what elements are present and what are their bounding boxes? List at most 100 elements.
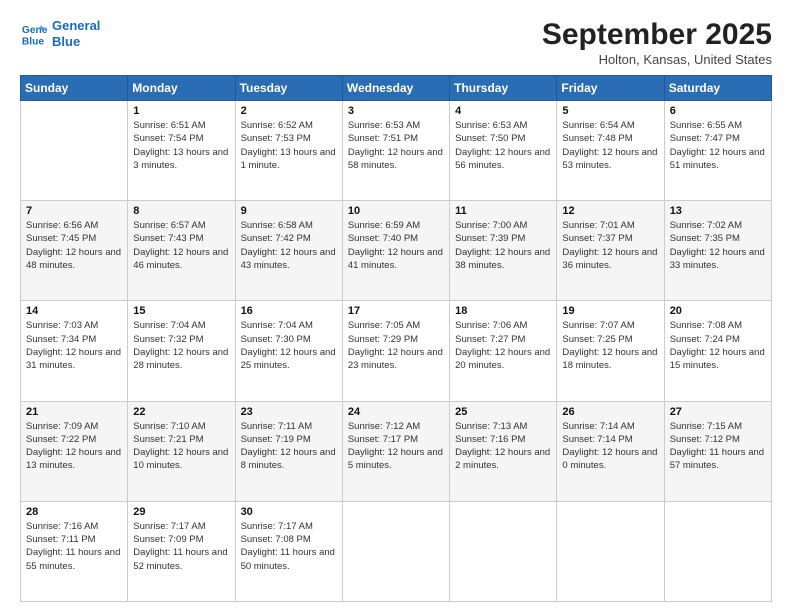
day-number: 12 xyxy=(562,205,658,217)
day-info: Sunrise: 7:10 AMSunset: 7:21 PMDaylight:… xyxy=(133,420,229,473)
calendar-cell-w4-d2: 22 Sunrise: 7:10 AMSunset: 7:21 PMDayligh… xyxy=(128,401,235,501)
day-number: 13 xyxy=(670,205,766,217)
day-number: 2 xyxy=(241,105,337,117)
calendar-cell-w2-d4: 10 Sunrise: 6:59 AMSunset: 7:40 PMDayligh… xyxy=(342,201,449,301)
day-info: Sunrise: 7:12 AMSunset: 7:17 PMDaylight:… xyxy=(348,420,444,473)
day-info: Sunrise: 7:13 AMSunset: 7:16 PMDaylight:… xyxy=(455,420,551,473)
header-wednesday: Wednesday xyxy=(342,76,449,101)
day-number: 19 xyxy=(562,305,658,317)
header-friday: Friday xyxy=(557,76,664,101)
calendar-cell-w1-d5: 4 Sunrise: 6:53 AMSunset: 7:50 PMDaylight… xyxy=(450,101,557,201)
calendar-cell-w4-d3: 23 Sunrise: 7:11 AMSunset: 7:19 PMDayligh… xyxy=(235,401,342,501)
day-info: Sunrise: 7:05 AMSunset: 7:29 PMDaylight:… xyxy=(348,319,444,372)
day-number: 24 xyxy=(348,406,444,418)
calendar-cell-w4-d1: 21 Sunrise: 7:09 AMSunset: 7:22 PMDayligh… xyxy=(21,401,128,501)
day-number: 9 xyxy=(241,205,337,217)
calendar-cell-w1-d6: 5Sunrise: 6:54 AMSunset: 7:48 PMDaylight… xyxy=(557,101,664,201)
page: General Blue General Blue September 2025… xyxy=(0,0,792,612)
main-title: September 2025 xyxy=(542,18,772,52)
header-saturday: Saturday xyxy=(664,76,771,101)
logo-line2: Blue xyxy=(52,34,80,49)
calendar-cell-w5-d3: 30Sunrise: 7:17 AMSunset: 7:08 PMDayligh… xyxy=(235,501,342,601)
day-number: 20 xyxy=(670,305,766,317)
calendar-cell-w2-d1: 7Sunrise: 6:56 AMSunset: 7:45 PMDaylight… xyxy=(21,201,128,301)
day-number: 18 xyxy=(455,305,551,317)
day-number: 10 xyxy=(348,205,444,217)
week-row-3: 14 Sunrise: 7:03 AMSunset: 7:34 PMDayligh… xyxy=(21,301,772,401)
calendar-cell-w4-d4: 24 Sunrise: 7:12 AMSunset: 7:17 PMDayligh… xyxy=(342,401,449,501)
day-number: 17 xyxy=(348,305,444,317)
header-sunday: Sunday xyxy=(21,76,128,101)
day-number: 28 xyxy=(26,506,122,518)
day-number: 25 xyxy=(455,406,551,418)
calendar-cell-w3-d2: 15 Sunrise: 7:04 AMSunset: 7:32 PMDayligh… xyxy=(128,301,235,401)
day-info: Sunrise: 7:09 AMSunset: 7:22 PMDaylight:… xyxy=(26,420,122,473)
calendar-cell-w2-d5: 11Sunrise: 7:00 AMSunset: 7:39 PMDayligh… xyxy=(450,201,557,301)
header-thursday: Thursday xyxy=(450,76,557,101)
calendar-cell-w4-d6: 26Sunrise: 7:14 AMSunset: 7:14 PMDayligh… xyxy=(557,401,664,501)
calendar-cell-w3-d5: 18 Sunrise: 7:06 AMSunset: 7:27 PMDayligh… xyxy=(450,301,557,401)
svg-text:Blue: Blue xyxy=(22,36,45,47)
calendar-cell-w5-d4 xyxy=(342,501,449,601)
day-number: 16 xyxy=(241,305,337,317)
logo-icon: General Blue xyxy=(20,20,48,48)
calendar: Sunday Monday Tuesday Wednesday Thursday… xyxy=(20,75,772,602)
day-info: Sunrise: 6:55 AMSunset: 7:47 PMDaylight:… xyxy=(670,119,766,172)
calendar-cell-w5-d1: 28 Sunrise: 7:16 AMSunset: 7:11 PMDayligh… xyxy=(21,501,128,601)
day-number: 27 xyxy=(670,406,766,418)
calendar-cell-w3-d1: 14 Sunrise: 7:03 AMSunset: 7:34 PMDayligh… xyxy=(21,301,128,401)
day-info: Sunrise: 7:00 AMSunset: 7:39 PMDaylight:… xyxy=(455,219,551,272)
day-number: 8 xyxy=(133,205,229,217)
day-info: Sunrise: 7:14 AMSunset: 7:14 PMDaylight:… xyxy=(562,420,658,473)
day-number: 1 xyxy=(133,105,229,117)
calendar-cell-w3-d3: 16 Sunrise: 7:04 AMSunset: 7:30 PMDayligh… xyxy=(235,301,342,401)
week-row-5: 28 Sunrise: 7:16 AMSunset: 7:11 PMDayligh… xyxy=(21,501,772,601)
week-row-1: 1 Sunrise: 6:51 AMSunset: 7:54 PMDaylight… xyxy=(21,101,772,201)
day-number: 3 xyxy=(348,105,444,117)
day-info: Sunrise: 6:53 AMSunset: 7:50 PMDaylight:… xyxy=(455,119,551,172)
day-info: Sunrise: 7:17 AMSunset: 7:08 PMDaylight:… xyxy=(241,520,337,573)
day-number: 23 xyxy=(241,406,337,418)
calendar-cell-w4-d7: 27 Sunrise: 7:15 AMSunset: 7:12 PMDayligh… xyxy=(664,401,771,501)
header: General Blue General Blue September 2025… xyxy=(20,18,772,67)
logo-text: General Blue xyxy=(52,18,100,49)
day-info: Sunrise: 6:58 AMSunset: 7:42 PMDaylight:… xyxy=(241,219,337,272)
calendar-cell-w5-d7 xyxy=(664,501,771,601)
calendar-cell-w3-d4: 17 Sunrise: 7:05 AMSunset: 7:29 PMDayligh… xyxy=(342,301,449,401)
day-info: Sunrise: 6:59 AMSunset: 7:40 PMDaylight:… xyxy=(348,219,444,272)
calendar-cell-w2-d7: 13 Sunrise: 7:02 AMSunset: 7:35 PMDayligh… xyxy=(664,201,771,301)
day-info: Sunrise: 6:51 AMSunset: 7:54 PMDaylight:… xyxy=(133,119,229,172)
day-number: 21 xyxy=(26,406,122,418)
day-number: 14 xyxy=(26,305,122,317)
calendar-cell-w3-d6: 19Sunrise: 7:07 AMSunset: 7:25 PMDayligh… xyxy=(557,301,664,401)
day-info: Sunrise: 7:15 AMSunset: 7:12 PMDaylight:… xyxy=(670,420,766,473)
day-info: Sunrise: 7:03 AMSunset: 7:34 PMDaylight:… xyxy=(26,319,122,372)
day-info: Sunrise: 7:08 AMSunset: 7:24 PMDaylight:… xyxy=(670,319,766,372)
calendar-cell-w1-d7: 6 Sunrise: 6:55 AMSunset: 7:47 PMDaylight… xyxy=(664,101,771,201)
weekday-header-row: Sunday Monday Tuesday Wednesday Thursday… xyxy=(21,76,772,101)
day-info: Sunrise: 7:02 AMSunset: 7:35 PMDaylight:… xyxy=(670,219,766,272)
week-row-4: 21 Sunrise: 7:09 AMSunset: 7:22 PMDayligh… xyxy=(21,401,772,501)
calendar-cell-w1-d1 xyxy=(21,101,128,201)
day-info: Sunrise: 7:04 AMSunset: 7:30 PMDaylight:… xyxy=(241,319,337,372)
calendar-cell-w3-d7: 20 Sunrise: 7:08 AMSunset: 7:24 PMDayligh… xyxy=(664,301,771,401)
calendar-cell-w1-d2: 1 Sunrise: 6:51 AMSunset: 7:54 PMDaylight… xyxy=(128,101,235,201)
day-info: Sunrise: 7:06 AMSunset: 7:27 PMDaylight:… xyxy=(455,319,551,372)
day-number: 15 xyxy=(133,305,229,317)
day-number: 4 xyxy=(455,105,551,117)
calendar-cell-w5-d2: 29Sunrise: 7:17 AMSunset: 7:09 PMDayligh… xyxy=(128,501,235,601)
day-number: 6 xyxy=(670,105,766,117)
day-number: 7 xyxy=(26,205,122,217)
calendar-cell-w2-d6: 12Sunrise: 7:01 AMSunset: 7:37 PMDayligh… xyxy=(557,201,664,301)
header-tuesday: Tuesday xyxy=(235,76,342,101)
calendar-cell-w4-d5: 25 Sunrise: 7:13 AMSunset: 7:16 PMDayligh… xyxy=(450,401,557,501)
calendar-cell-w5-d5 xyxy=(450,501,557,601)
svg-text:General: General xyxy=(22,25,48,36)
day-info: Sunrise: 7:11 AMSunset: 7:19 PMDaylight:… xyxy=(241,420,337,473)
header-monday: Monday xyxy=(128,76,235,101)
day-info: Sunrise: 7:04 AMSunset: 7:32 PMDaylight:… xyxy=(133,319,229,372)
day-number: 22 xyxy=(133,406,229,418)
day-info: Sunrise: 6:52 AMSunset: 7:53 PMDaylight:… xyxy=(241,119,337,172)
calendar-cell-w1-d3: 2 Sunrise: 6:52 AMSunset: 7:53 PMDaylight… xyxy=(235,101,342,201)
day-info: Sunrise: 7:16 AMSunset: 7:11 PMDaylight:… xyxy=(26,520,122,573)
